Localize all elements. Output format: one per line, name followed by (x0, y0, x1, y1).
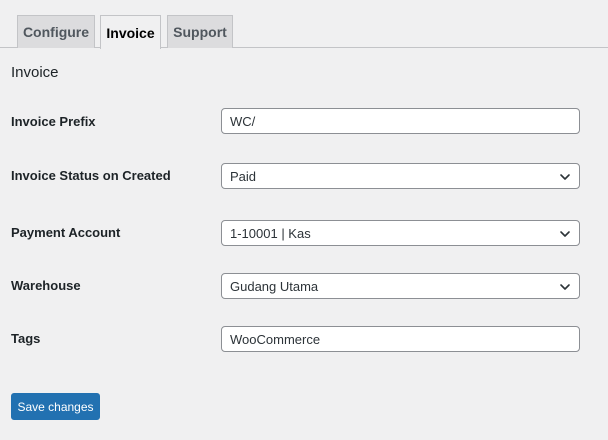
tab-support[interactable]: Support (167, 15, 233, 48)
chevron-down-icon (560, 284, 570, 290)
warehouse-label: Warehouse (11, 278, 81, 293)
tab-invoice[interactable]: Invoice (100, 15, 161, 49)
payment-account-label: Payment Account (11, 225, 121, 240)
payment-account-select[interactable]: 1-10001 | Kas (221, 220, 580, 246)
tags-label: Tags (11, 331, 41, 346)
settings-page: Configure Invoice Support Invoice Invoic… (0, 0, 608, 440)
tab-configure[interactable]: Configure (17, 15, 95, 48)
invoice-status-value: Paid (230, 168, 257, 184)
section-title: Invoice (11, 64, 59, 81)
chevron-down-icon (560, 231, 570, 237)
invoice-status-label: Invoice Status on Created (11, 168, 171, 183)
tags-input[interactable] (221, 326, 580, 352)
payment-account-value: 1-10001 | Kas (230, 225, 311, 241)
warehouse-select[interactable]: Gudang Utama (221, 273, 580, 299)
invoice-prefix-input[interactable] (221, 108, 580, 134)
chevron-down-icon (560, 174, 570, 180)
invoice-prefix-label: Invoice Prefix (11, 114, 96, 129)
invoice-status-select[interactable]: Paid (221, 163, 580, 189)
tab-bar: Configure Invoice Support (0, 15, 608, 49)
warehouse-value: Gudang Utama (230, 278, 319, 294)
save-changes-button[interactable]: Save changes (11, 393, 100, 420)
